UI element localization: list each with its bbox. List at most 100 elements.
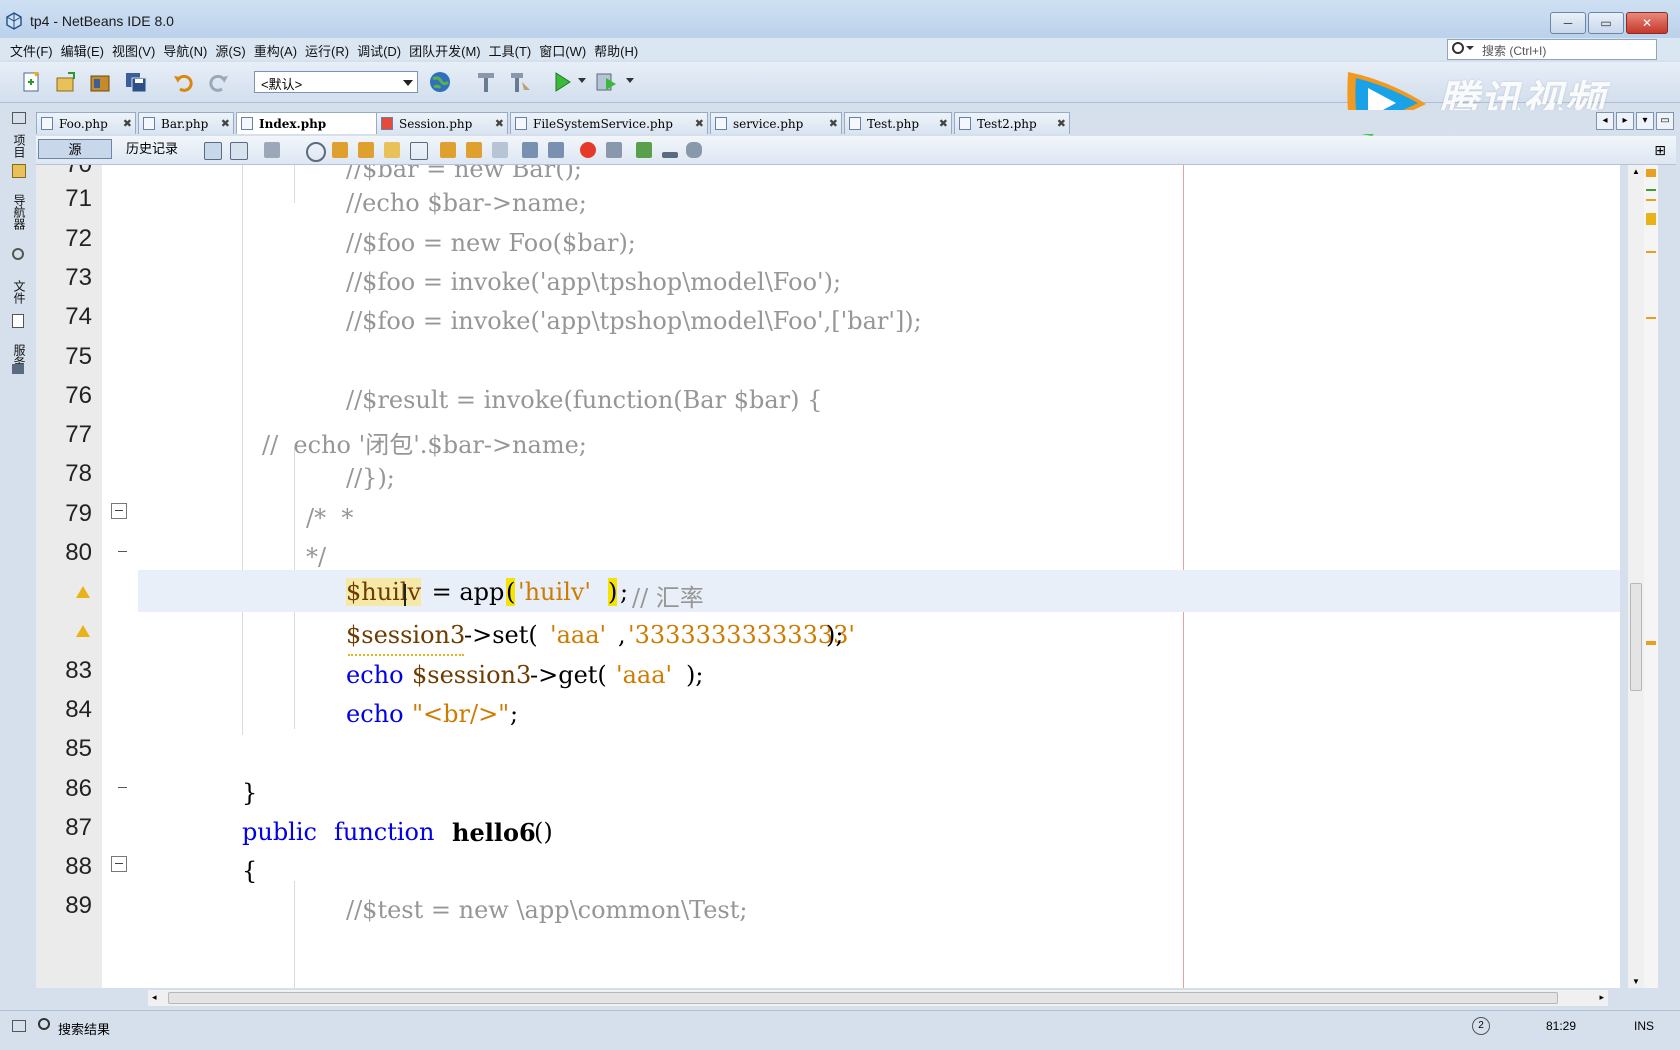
redo-icon[interactable] xyxy=(206,70,230,94)
shift-left-icon[interactable] xyxy=(522,142,538,158)
build-broom-icon[interactable] xyxy=(508,70,532,94)
menu-view[interactable]: 视图(V) xyxy=(112,41,155,60)
horizontal-scroll-thumb[interactable] xyxy=(168,992,1558,1004)
maximize-editor-icon[interactable]: ▭ xyxy=(1656,112,1674,130)
scroll-down-icon[interactable]: ▼ xyxy=(1632,977,1640,986)
vertical-scroll-thumb[interactable] xyxy=(1630,583,1642,691)
toggle-bookmark-icon[interactable] xyxy=(492,142,508,158)
code-editor[interactable]: 70 71 72 73 74 75 76 77 78 79 80 83 84 8… xyxy=(36,165,1620,988)
forward-icon[interactable] xyxy=(264,142,280,158)
close-tab-icon[interactable]: ✖ xyxy=(829,117,838,130)
menu-help[interactable]: 帮助(H) xyxy=(594,41,638,60)
menu-source[interactable]: 源(S) xyxy=(215,41,245,60)
close-tab-icon[interactable]: ✖ xyxy=(695,117,704,130)
next-bookmark-icon[interactable] xyxy=(466,142,482,158)
maximize-button[interactable]: ▭ xyxy=(1588,12,1624,34)
previous-bookmark-icon[interactable] xyxy=(440,142,456,158)
debug-icon[interactable] xyxy=(594,70,618,94)
stripe-mark[interactable] xyxy=(1646,213,1656,225)
menu-edit[interactable]: 编辑(E) xyxy=(61,41,104,60)
start-macro-icon[interactable] xyxy=(580,142,596,158)
plus-icon[interactable]: ⊞ xyxy=(1654,142,1666,159)
tab-bar-php[interactable]: Bar.php ✖ xyxy=(138,112,234,134)
find-previous-icon[interactable] xyxy=(332,142,348,158)
tab-foo-php[interactable]: Foo.php ✖ xyxy=(36,112,136,134)
menu-debug[interactable]: 调试(D) xyxy=(357,41,401,60)
tab-filesystemservice-php[interactable]: FileSystemService.php ✖ xyxy=(510,112,708,134)
configuration-select[interactable]: <默认> xyxy=(254,71,418,93)
close-tab-icon[interactable]: ✖ xyxy=(1057,117,1066,130)
side-tab-files[interactable]: 文件 xyxy=(10,280,26,304)
new-project-icon[interactable] xyxy=(54,70,78,94)
tab-test2-php[interactable]: Test2.php ✖ xyxy=(954,112,1070,134)
close-tab-icon[interactable]: ✖ xyxy=(939,117,948,130)
menu-navigate[interactable]: 导航(N) xyxy=(163,41,207,60)
fold-toggle-icon[interactable] xyxy=(111,856,127,872)
horizontal-scrollbar[interactable]: ◂ ▸ xyxy=(148,990,1608,1006)
shift-right-icon[interactable] xyxy=(548,142,564,158)
new-file-icon[interactable] xyxy=(20,70,44,94)
close-tab-icon[interactable]: ✖ xyxy=(495,117,504,130)
menu-run[interactable]: 运行(R) xyxy=(305,41,349,60)
find-selection-icon[interactable] xyxy=(306,142,326,162)
notifications-icon[interactable]: 2 xyxy=(1472,1017,1490,1035)
tab-session-php[interactable]: Session.php ✖ xyxy=(376,112,508,134)
warning-icon[interactable] xyxy=(76,586,90,598)
toggle-rect-select-icon[interactable] xyxy=(410,142,428,160)
tab-service-php[interactable]: service.php ✖ xyxy=(710,112,842,134)
source-view-button[interactable]: 源 xyxy=(38,139,112,159)
scroll-up-icon[interactable]: ▲ xyxy=(1632,167,1640,176)
menu-refactor[interactable]: 重构(A) xyxy=(254,41,297,60)
last-edit-icon[interactable] xyxy=(204,142,222,160)
side-tab-navigator[interactable]: 导航器 xyxy=(10,194,26,230)
stripe-mark[interactable] xyxy=(1646,189,1656,191)
restore-window-icon[interactable] xyxy=(12,1020,26,1032)
toggle-highlight-icon[interactable] xyxy=(384,142,400,158)
menu-tools[interactable]: 工具(T) xyxy=(489,41,532,60)
scroll-right-icon[interactable]: ▸ xyxy=(1616,112,1634,130)
scroll-right-icon[interactable]: ▸ xyxy=(1599,992,1604,1003)
back-icon[interactable] xyxy=(230,142,248,160)
quick-search-input[interactable]: 搜索 (Ctrl+I) xyxy=(1447,39,1657,60)
chevron-down-icon[interactable] xyxy=(626,78,634,83)
error-stripe[interactable] xyxy=(1644,165,1658,988)
history-view-button[interactable]: 历史记录 xyxy=(118,139,186,159)
tab-test-php[interactable]: Test.php ✖ xyxy=(844,112,952,134)
stripe-mark[interactable] xyxy=(1646,317,1656,319)
globe-browser-icon[interactable] xyxy=(428,70,452,94)
clean-build-hammer-icon[interactable] xyxy=(474,70,498,94)
save-all-icon[interactable] xyxy=(124,70,148,94)
close-button[interactable]: ✕ xyxy=(1626,12,1668,34)
run-icon[interactable] xyxy=(550,70,574,94)
scroll-left-icon[interactable]: ◂ xyxy=(1596,112,1614,130)
comment-icon[interactable] xyxy=(636,142,652,158)
database-icon[interactable] xyxy=(686,142,702,158)
stripe-mark[interactable] xyxy=(1646,251,1656,253)
tab-list-icon[interactable]: ▾ xyxy=(1636,112,1654,130)
minimize-button[interactable]: ─ xyxy=(1550,12,1586,34)
restore-window-icon[interactable] xyxy=(12,112,26,124)
stripe-mark[interactable] xyxy=(1646,641,1656,645)
code-line-78: //}); xyxy=(138,458,1620,500)
code-area[interactable]: //$bar = new Bar(); //echo $bar->name; /… xyxy=(138,165,1620,988)
fold-toggle-icon[interactable] xyxy=(111,503,127,519)
status-marker[interactable] xyxy=(1646,169,1656,177)
stop-macro-icon[interactable] xyxy=(606,142,622,158)
close-tab-icon[interactable]: ✖ xyxy=(123,117,132,130)
menu-window[interactable]: 窗口(W) xyxy=(539,41,586,60)
uncomment-icon[interactable] xyxy=(662,152,678,158)
menu-file[interactable]: 文件(F) xyxy=(10,41,53,60)
side-tab-projects[interactable]: 项目 xyxy=(10,134,26,158)
menu-team[interactable]: 团队开发(M) xyxy=(409,41,481,60)
undo-icon[interactable] xyxy=(172,70,196,94)
chevron-down-icon[interactable] xyxy=(578,78,586,83)
find-next-icon[interactable] xyxy=(358,142,374,158)
open-project-icon[interactable] xyxy=(88,70,112,94)
close-tab-icon[interactable]: ✖ xyxy=(221,117,230,130)
scroll-left-icon[interactable]: ◂ xyxy=(152,992,157,1003)
stripe-mark[interactable] xyxy=(1646,199,1656,201)
warning-icon[interactable] xyxy=(76,625,90,637)
code-text: /* * xyxy=(306,504,354,532)
vertical-scrollbar[interactable]: ▲ ▼ xyxy=(1628,165,1644,988)
search-results-tab[interactable]: 搜索结果 xyxy=(58,1019,110,1038)
